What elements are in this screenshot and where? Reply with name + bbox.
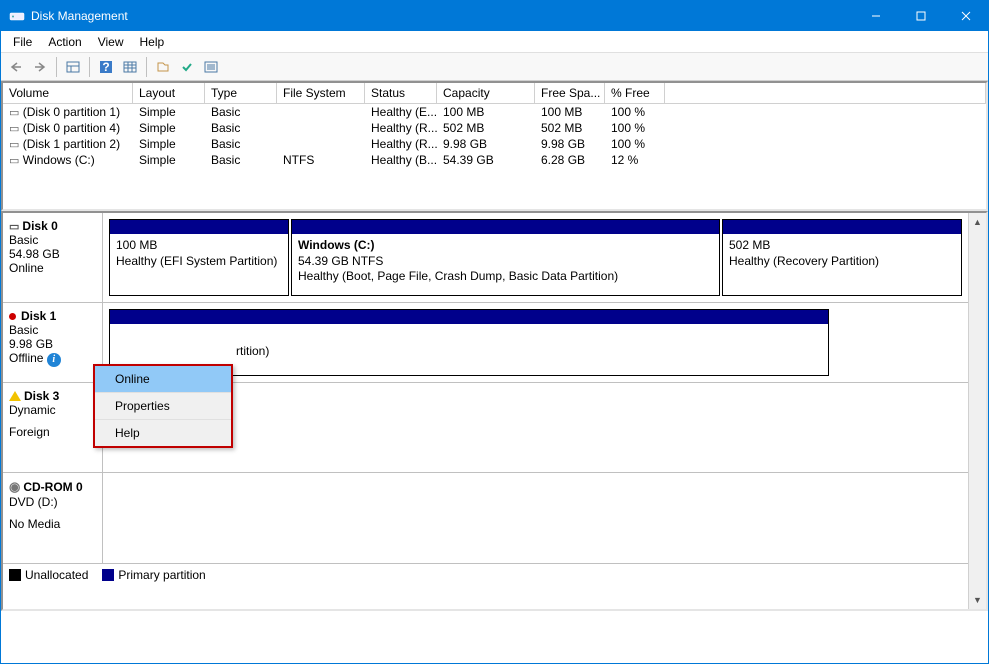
menu-file[interactable]: File — [5, 33, 40, 51]
disk1-size: 9.98 GB — [9, 337, 96, 351]
ctx-online[interactable]: Online — [95, 366, 231, 393]
toolbar-separator — [146, 57, 147, 77]
disk-row-cdrom[interactable]: CD-ROM 0 DVD (D:) No Media — [3, 473, 968, 563]
drive-icon — [9, 105, 19, 119]
col-capacity[interactable]: Capacity — [437, 83, 535, 103]
check-icon[interactable] — [176, 56, 198, 78]
info-icon[interactable]: i — [47, 353, 61, 367]
volume-table: Volume Layout Type File System Status Ca… — [1, 81, 988, 211]
disk0-partition-0[interactable]: 100 MB Healthy (EFI System Partition) — [109, 219, 289, 296]
maximize-button[interactable] — [898, 1, 943, 31]
disk0-state: Online — [9, 261, 96, 275]
help-icon[interactable]: ? — [95, 56, 117, 78]
cdrom-icon — [9, 479, 20, 495]
drive-icon — [9, 137, 19, 151]
titlebar: Disk Management — [1, 1, 988, 31]
app-icon — [9, 8, 25, 24]
table-row[interactable]: (Disk 1 partition 2)SimpleBasicHealthy (… — [3, 136, 986, 152]
minimize-button[interactable] — [853, 1, 898, 31]
disk-row-0[interactable]: Disk 0 Basic 54.98 GB Online 100 MB Heal… — [3, 213, 968, 303]
col-status[interactable]: Status — [365, 83, 437, 103]
disk3-state: Foreign — [9, 425, 96, 439]
legend: Unallocated Primary partition — [3, 563, 968, 585]
back-button[interactable] — [5, 56, 27, 78]
forward-button[interactable] — [29, 56, 51, 78]
grid-icon[interactable] — [119, 56, 141, 78]
swatch-unallocated — [9, 569, 21, 581]
close-button[interactable] — [943, 1, 988, 31]
table-row[interactable]: (Disk 0 partition 1)SimpleBasicHealthy (… — [3, 104, 986, 120]
table-header: Volume Layout Type File System Status Ca… — [3, 83, 986, 104]
layout-icon[interactable] — [62, 56, 84, 78]
col-blank — [665, 83, 986, 103]
scroll-down-icon[interactable]: ▼ — [969, 591, 986, 609]
menu-action[interactable]: Action — [40, 33, 89, 51]
svg-text:?: ? — [102, 60, 109, 74]
disk1-name: Disk 1 — [21, 309, 56, 323]
disk0-partition-2[interactable]: 502 MB Healthy (Recovery Partition) — [722, 219, 962, 296]
col-pctfree[interactable]: % Free — [605, 83, 665, 103]
disk3-name: Disk 3 — [24, 389, 59, 403]
disk1-type: Basic — [9, 323, 96, 337]
toolbar-separator — [89, 57, 90, 77]
toolbar-separator — [56, 57, 57, 77]
disk1-state: Offline — [9, 351, 43, 365]
disk0-partition-1[interactable]: Windows (C:) 54.39 GB NTFS Healthy (Boot… — [291, 219, 720, 296]
menu-help[interactable]: Help — [132, 33, 173, 51]
warning-icon — [9, 391, 21, 401]
disk3-type: Dynamic — [9, 403, 96, 417]
col-layout[interactable]: Layout — [133, 83, 205, 103]
swatch-primary — [102, 569, 114, 581]
menu-view[interactable]: View — [90, 33, 132, 51]
action-icon[interactable] — [152, 56, 174, 78]
legend-unallocated: Unallocated — [25, 568, 88, 582]
error-dot-icon — [9, 313, 16, 320]
col-volume[interactable]: Volume — [3, 83, 133, 103]
ctx-help[interactable]: Help — [95, 420, 231, 446]
disk0-name: Disk 0 — [22, 219, 57, 233]
cdrom-state: No Media — [9, 517, 96, 531]
drive-icon — [9, 153, 19, 167]
table-row[interactable]: Windows (C:)SimpleBasicNTFSHealthy (B...… — [3, 152, 986, 168]
disk0-type: Basic — [9, 233, 96, 247]
col-free[interactable]: Free Spa... — [535, 83, 605, 103]
window-title: Disk Management — [31, 9, 853, 23]
toolbar: ? — [1, 53, 988, 81]
table-row[interactable]: (Disk 0 partition 4)SimpleBasicHealthy (… — [3, 120, 986, 136]
cdrom-type: DVD (D:) — [9, 495, 96, 509]
drive-icon — [9, 219, 19, 233]
scroll-up-icon[interactable]: ▲ — [969, 213, 986, 231]
context-menu: Online Properties Help — [93, 364, 233, 448]
cdrom-name: CD-ROM 0 — [23, 480, 82, 494]
scrollbar[interactable]: ▲ ▼ — [968, 213, 986, 609]
disk0-size: 54.98 GB — [9, 247, 96, 261]
list-icon[interactable] — [200, 56, 222, 78]
col-type[interactable]: Type — [205, 83, 277, 103]
menubar: File Action View Help — [1, 31, 988, 53]
legend-primary: Primary partition — [118, 568, 205, 582]
ctx-properties[interactable]: Properties — [95, 393, 231, 420]
drive-icon — [9, 121, 19, 135]
col-fs[interactable]: File System — [277, 83, 365, 103]
